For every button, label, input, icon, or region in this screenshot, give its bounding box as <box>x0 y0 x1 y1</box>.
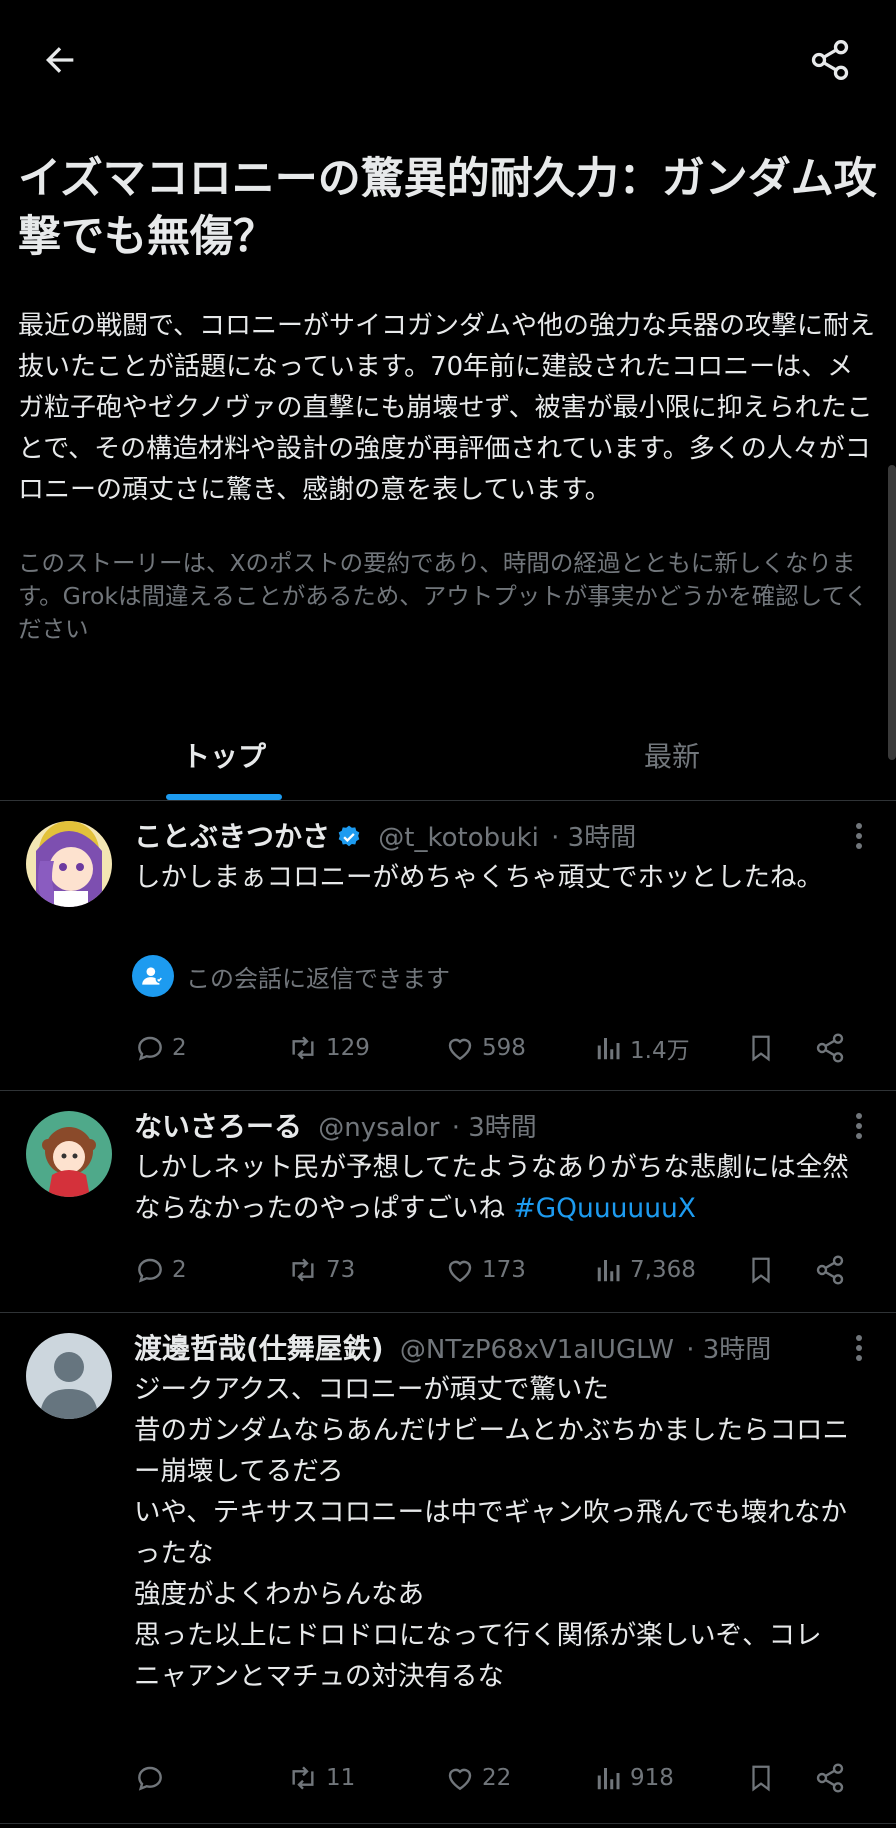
analytics-icon <box>597 1260 620 1282</box>
reply-restriction-notice: この会話に返信できます <box>132 955 450 997</box>
story-summary: 最近の戦闘で、コロニーがサイコガンダムや他の強力な兵器の攻撃に耐え抜いたことが話… <box>18 311 875 505</box>
heart-icon <box>448 1768 472 1791</box>
post-text: しかしネット民が予想してたようなありがちな悲劇には全然ならなかったのやっぱすごい… <box>134 1147 864 1229</box>
post-text-body: しかしネット民が予想してたようなありがちな悲劇には全然ならなかったのやっぱすごい… <box>134 1152 849 1224</box>
post-text-body: しかしまぁコロニーがめちゃくちゃ頑丈でホッとしたね。 <box>134 862 823 893</box>
story-disclaimer: このストーリーは、Xのポストの要約であり、時間の経過とともに新しくなります。Gr… <box>18 549 868 643</box>
post-2[interactable]: ないさろーる @nysalor · 3時間 しかしネット民が予想してたようなあり… <box>0 1091 896 1313</box>
more-options-button[interactable] <box>852 823 866 857</box>
reply-button[interactable] <box>134 1756 172 1800</box>
post-header: ないさろーる @nysalor · 3時間 <box>134 1107 836 1147</box>
repost-count: 11 <box>326 1765 356 1791</box>
views-button[interactable]: 918 <box>594 1756 674 1800</box>
reply-button[interactable]: 2 <box>134 1248 187 1292</box>
views-button[interactable]: 1.4万 <box>594 1026 690 1070</box>
repost-icon <box>292 1258 314 1282</box>
tab-top[interactable]: トップ <box>0 710 448 800</box>
share-post-button[interactable] <box>814 1756 852 1800</box>
repost-count: 73 <box>326 1257 356 1283</box>
like-button[interactable]: 22 <box>444 1756 511 1800</box>
person-icon <box>132 955 174 997</box>
repost-count: 129 <box>326 1035 370 1061</box>
bookmark-icon <box>752 1765 770 1792</box>
reply-button[interactable]: 2 <box>134 1026 187 1070</box>
repost-icon <box>292 1766 314 1790</box>
like-count: 173 <box>482 1257 526 1283</box>
post-text: しかしまぁコロニーがめちゃくちゃ頑丈でホッとしたね。 <box>134 857 864 898</box>
author-handle[interactable]: @nysalor <box>318 1113 439 1143</box>
author-handle[interactable]: @NTzP68xV1aIUGLW <box>400 1335 674 1365</box>
like-button[interactable]: 173 <box>444 1248 526 1292</box>
tab-selected-indicator <box>166 794 282 800</box>
share-button[interactable] <box>804 34 856 86</box>
post-3[interactable]: 渡邊哲哉(仕舞屋鉄) @NTzP68xV1aIUGLW · 3時間 ジークアクス… <box>0 1313 896 1824</box>
like-count: 598 <box>482 1035 526 1061</box>
reply-notice-text: この会話に返信できます <box>186 964 450 993</box>
repost-button[interactable]: 73 <box>286 1248 355 1292</box>
share-icon <box>811 40 849 80</box>
avatar[interactable] <box>26 821 112 907</box>
share-icon <box>816 1033 844 1063</box>
share-post-button[interactable] <box>814 1026 852 1070</box>
share-icon <box>816 1763 844 1793</box>
post-actions: 11 22 918 <box>134 1756 864 1800</box>
story-title: イズマコロニーの驚異的耐久力：ガンダム攻撃でも無傷？ <box>18 154 877 262</box>
heart-icon <box>448 1038 472 1061</box>
avatar[interactable] <box>26 1111 112 1197</box>
bookmark-icon <box>752 1257 770 1284</box>
post-actions: 2 129 598 1.4万 <box>134 1026 864 1070</box>
like-count: 22 <box>482 1765 512 1791</box>
reply-count: 2 <box>172 1257 187 1283</box>
post-1[interactable]: ことぶきつかさ @t_kotobuki · 3時間 しかしまぁコロニーがめちゃく… <box>0 801 896 1091</box>
post-time: · 3時間 <box>686 1335 772 1365</box>
post-time: · 3時間 <box>551 823 637 853</box>
analytics-icon <box>597 1038 620 1060</box>
views-count: 918 <box>630 1765 674 1791</box>
heart-icon <box>448 1260 472 1283</box>
more-options-button[interactable] <box>852 1113 866 1147</box>
post-time: · 3時間 <box>451 1113 537 1143</box>
bookmark-button[interactable] <box>746 1756 782 1800</box>
bookmark-button[interactable] <box>746 1026 782 1070</box>
views-count: 7,368 <box>630 1257 696 1283</box>
share-post-button[interactable] <box>814 1248 852 1292</box>
repost-icon <box>292 1036 314 1060</box>
analytics-icon <box>597 1768 620 1790</box>
top-bar <box>0 0 896 120</box>
post-text: ジークアクス、コロニーが頑丈で驚いた 昔のガンダムならあんだけビームとかぶちかま… <box>134 1369 864 1697</box>
back-button[interactable] <box>36 36 84 84</box>
tab-bar: トップ 最新 <box>0 710 896 801</box>
post-header: ことぶきつかさ @t_kotobuki · 3時間 <box>134 817 836 857</box>
reply-count: 2 <box>172 1035 187 1061</box>
post-text-body: ジークアクス、コロニーが頑丈で驚いた 昔のガンダムならあんだけビームとかぶちかま… <box>134 1374 849 1692</box>
story-section: イズマコロニーの驚異的耐久力：ガンダム攻撃でも無傷？ 最近の戦闘で、コロニーがサ… <box>18 150 878 646</box>
share-icon <box>816 1255 844 1285</box>
author-name[interactable]: ないさろーる <box>134 1110 302 1143</box>
tab-latest[interactable]: 最新 <box>448 710 896 800</box>
reply-icon <box>138 1258 162 1283</box>
post-header: 渡邊哲哉(仕舞屋鉄) @NTzP68xV1aIUGLW · 3時間 <box>134 1329 836 1369</box>
author-name[interactable]: ことぶきつかさ <box>134 820 330 853</box>
verified-badge-icon <box>336 822 362 857</box>
hashtag-link[interactable]: #GQuuuuuuX <box>513 1193 696 1224</box>
views-count: 1.4万 <box>630 1038 690 1064</box>
bookmark-icon <box>752 1035 770 1062</box>
bookmark-button[interactable] <box>746 1248 782 1292</box>
reply-icon <box>138 1766 162 1791</box>
reply-icon <box>138 1036 162 1061</box>
post-actions: 2 73 173 7,368 <box>134 1248 864 1292</box>
author-handle[interactable]: @t_kotobuki <box>378 823 539 853</box>
arrow-left-icon <box>46 47 74 73</box>
repost-button[interactable]: 11 <box>286 1756 355 1800</box>
avatar-default[interactable] <box>26 1333 112 1419</box>
like-button[interactable]: 598 <box>444 1026 526 1070</box>
author-name[interactable]: 渡邊哲哉(仕舞屋鉄) <box>134 1332 384 1365</box>
repost-button[interactable]: 129 <box>286 1026 370 1070</box>
views-button[interactable]: 7,368 <box>594 1248 696 1292</box>
more-options-button[interactable] <box>852 1335 866 1369</box>
